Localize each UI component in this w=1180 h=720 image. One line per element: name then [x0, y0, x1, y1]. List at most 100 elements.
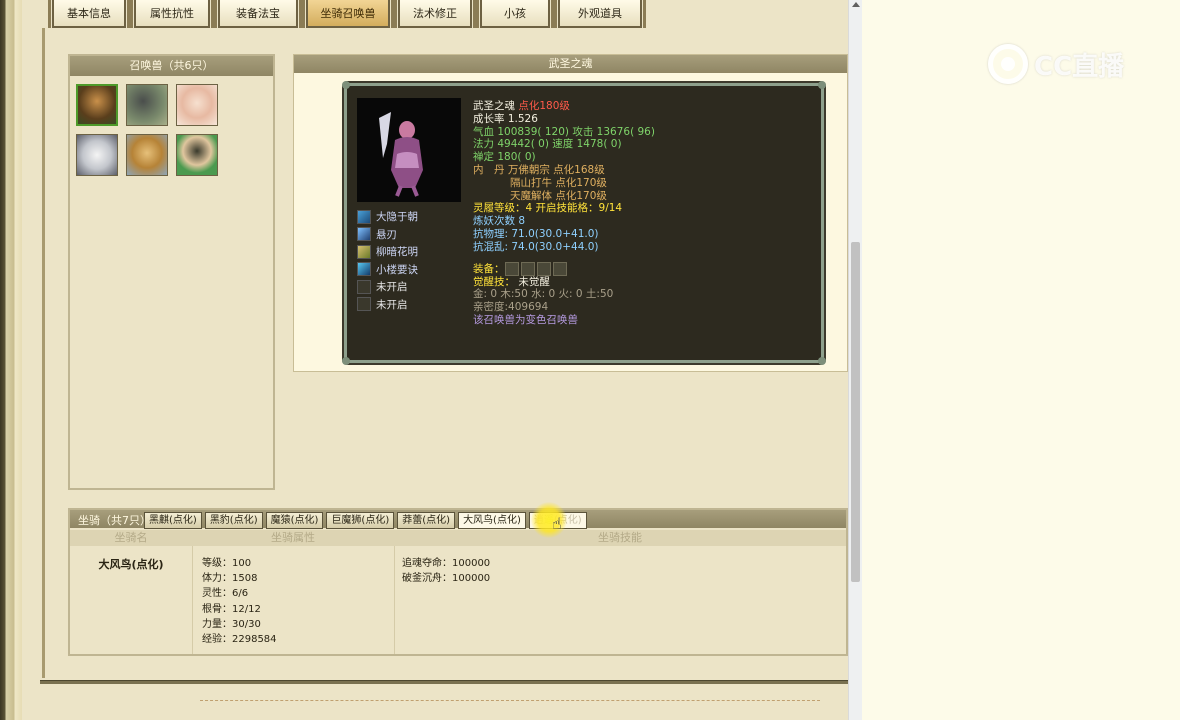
tab-mount-summon[interactable]: 坐骑召唤兽 — [302, 0, 394, 28]
tab-spell-correction[interactable]: 法术修正 — [394, 0, 476, 28]
hand-cursor-icon: ☝ — [552, 514, 562, 533]
summon-skill-list: 大隐于朝 悬刃 柳暗花明 小楼要诀 未开启 未开启 — [357, 208, 418, 313]
summon-name: 武圣之魂 — [473, 100, 515, 112]
neidan-line: 内 丹 万佛朝宗 点化168级 — [473, 163, 605, 176]
summon-level: 点化180级 — [518, 100, 570, 112]
hp-attack-line: 气血 100839( 120) 攻击 13676( 96) — [473, 125, 655, 138]
mount-tab-bar: 坐骑（共7只） 黑麒(点化) 黑豹(点化) 魔猿(点化) 巨魔狮(点化) 莽蕾(… — [70, 510, 846, 529]
awaken-label: 觉醒技： — [473, 275, 515, 288]
skill-label: 柳暗花明 — [376, 246, 418, 259]
mount-skills: 追魂夺命：100000 破釜沉舟：100000 — [402, 556, 490, 586]
equip-slot[interactable] — [552, 261, 567, 276]
mount-attr: 力量：30/30 — [202, 618, 261, 630]
tab-basic-info[interactable]: 基本信息 — [48, 0, 130, 28]
tab-appearance[interactable]: 外观道具 — [554, 0, 646, 28]
mount-tabs: 黑麒(点化) 黑豹(点化) 魔猿(点化) 巨魔狮(点化) 莽蕾(点化) 大风鸟(… — [144, 512, 587, 529]
top-tabs: 基本信息 属性抗性 装备法宝 坐骑召唤兽 法术修正 小孩 外观道具 — [48, 0, 650, 28]
intimacy: 亲密度:409694 — [473, 301, 549, 314]
mount-attr: 等级：100 — [202, 558, 252, 569]
summon-detail-panel: 武圣之魂 大隐于朝 悬刃 柳暗花明 小楼要诀 未开启 未开启 武圣之魂 点化18… — [293, 54, 848, 372]
mount-tab-active[interactable]: 大风鸟(点化) — [458, 512, 526, 529]
summon-avatar[interactable] — [76, 84, 118, 126]
mount-tab[interactable]: 黑麒(点化) — [144, 512, 202, 529]
dashed-divider — [200, 700, 820, 701]
page-bottom-border — [40, 680, 848, 684]
column-mount-skills: 坐骑技能 — [598, 531, 642, 544]
tab-equipment[interactable]: 装备法宝 — [214, 0, 302, 28]
neidan-line: 隔山打牛 点化170级 — [510, 176, 607, 189]
element-values: 金: 0 木:50 水: 0 火: 0 土:50 — [473, 288, 614, 301]
equip-slot[interactable] — [520, 261, 535, 276]
refine-count: 炼妖次数 8 — [473, 215, 526, 228]
skill-label: 大隐于朝 — [376, 211, 418, 224]
skill-item[interactable]: 小楼要诀 — [357, 261, 418, 279]
vertical-scrollbar[interactable] — [848, 0, 862, 720]
tab-attributes[interactable]: 属性抗性 — [130, 0, 214, 28]
summon-detail-title: 武圣之魂 — [294, 55, 847, 73]
physical-resist: 抗物理: 71.0(30.0+41.0) — [473, 227, 599, 240]
skill-icon — [357, 209, 371, 224]
card-corner — [818, 357, 826, 365]
summon-portrait — [357, 98, 461, 202]
meditation-line: 禅定 180( 0) — [473, 151, 536, 164]
cc-logo-icon — [988, 44, 1028, 84]
mount-attr: 体力：1508 — [202, 573, 258, 585]
mount-tab[interactable]: 莽蕾(点化) — [397, 512, 456, 529]
equip-slot[interactable] — [536, 261, 551, 276]
mount-name: 大风鸟(点化) — [98, 558, 164, 571]
locked-slot-icon — [357, 279, 371, 294]
mount-tab[interactable]: 巨魔狮(点化) — [326, 512, 395, 529]
scroll-up-icon[interactable] — [852, 2, 860, 7]
warrior-figure-icon — [379, 112, 423, 197]
summon-avatar[interactable] — [76, 134, 118, 176]
tab-child[interactable]: 小孩 — [476, 0, 554, 28]
mount-attributes: 等级：100 体力：1508 灵性：6/6 根骨：12/12 力量：30/30 … — [202, 556, 277, 647]
spirit-level: 灵履等级：4 开启技能格：9/14 — [473, 202, 623, 215]
skill-icon — [357, 227, 371, 242]
neidan-line: 天魔解体 点化170级 — [510, 189, 607, 202]
mount-attr: 灵性：6/6 — [202, 588, 249, 600]
mp-speed-line: 法力 49442( 0) 速度 1478( 0) — [473, 138, 622, 151]
variant-note: 该召唤兽为变色召唤兽 — [473, 313, 578, 326]
mount-attr: 根骨：12/12 — [202, 603, 261, 615]
summon-avatar[interactable] — [126, 134, 168, 176]
summon-avatars — [70, 76, 273, 184]
skill-item-locked[interactable]: 未开启 — [357, 278, 418, 296]
watermark-text: CC直播 — [1034, 51, 1125, 82]
card-corner — [342, 357, 350, 365]
equipment-slots — [504, 261, 567, 276]
skill-label: 悬刃 — [376, 228, 397, 241]
locked-slot-icon — [357, 297, 371, 312]
mount-tab[interactable]: 魔猿(点化) — [265, 512, 324, 529]
summon-avatar[interactable] — [176, 134, 218, 176]
column-mount-attributes: 坐骑属性 — [271, 531, 315, 544]
left-frame — [0, 0, 22, 720]
card-corner — [342, 81, 350, 89]
summon-stats: 武圣之魂 点化180级 成长率 1.526 气血 100839( 120) 攻击… — [473, 100, 655, 327]
skill-item[interactable]: 悬刃 — [357, 226, 418, 244]
mount-tab[interactable]: 黑豹(点化) — [204, 512, 263, 529]
chaos-resist: 抗混乱: 74.0(30.0+44.0) — [473, 240, 599, 253]
summon-info-card: 大隐于朝 悬刃 柳暗花明 小楼要诀 未开启 未开启 武圣之魂 点化180级 成长… — [342, 81, 826, 365]
awaken-value: 未觉醒 — [518, 275, 550, 288]
skill-item-locked[interactable]: 未开启 — [357, 296, 418, 314]
column-divider — [394, 546, 395, 654]
skill-label: 未开启 — [376, 298, 408, 311]
summon-list-title: 召唤兽（共6只） — [70, 56, 273, 76]
summon-avatar[interactable] — [176, 84, 218, 126]
equip-slot[interactable] — [504, 261, 519, 276]
mount-panel: 坐骑（共7只） 黑麒(点化) 黑豹(点化) 魔猿(点化) 巨魔狮(点化) 莽蕾(… — [68, 508, 848, 656]
skill-item[interactable]: 柳暗花明 — [357, 243, 418, 261]
skill-label: 小楼要诀 — [376, 263, 418, 276]
mount-column-headers: 坐骑名 坐骑属性 坐骑技能 — [70, 530, 846, 546]
summon-avatar[interactable] — [126, 84, 168, 126]
scroll-thumb[interactable] — [851, 242, 860, 582]
cc-live-watermark: CC直播 — [988, 44, 1124, 84]
skill-icon — [357, 262, 371, 277]
card-corner — [818, 81, 826, 89]
mount-attr: 经验：2298584 — [202, 634, 277, 646]
skill-item[interactable]: 大隐于朝 — [357, 208, 418, 226]
skill-label: 未开启 — [376, 281, 408, 294]
right-blank-area — [862, 0, 1180, 720]
column-mount-name: 坐骑名 — [114, 531, 148, 544]
